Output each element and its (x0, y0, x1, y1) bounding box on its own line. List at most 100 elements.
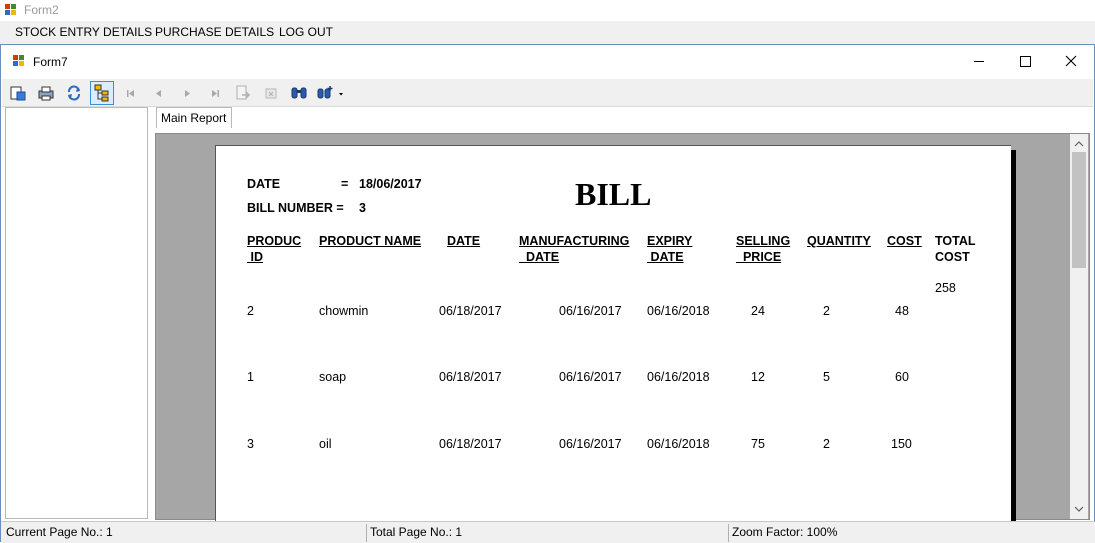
cell-cost: 150 (891, 437, 912, 451)
cell-quantity: 5 (823, 370, 830, 384)
close-button[interactable] (1048, 45, 1094, 77)
binoculars-icon (291, 87, 307, 99)
header-manufacturing-date: MANUFACTURING _DATE (519, 233, 629, 265)
maximize-icon (1020, 56, 1031, 67)
report-page: DATE = 18/06/2017 BILL NUMBER = 3 BILL P… (215, 145, 1011, 522)
last-page-icon (212, 90, 219, 97)
zoom-dropdown-button[interactable] (315, 83, 345, 103)
report-toolbar (2, 79, 1093, 107)
group-tree-button[interactable] (90, 81, 114, 105)
export-button[interactable] (8, 83, 28, 103)
status-divider (728, 524, 729, 542)
cell-date: 06/18/2017 (439, 304, 502, 318)
maximize-button[interactable] (1002, 45, 1048, 77)
cell-manufacturing-date: 06/16/2017 (559, 437, 622, 451)
header-date: DATE (447, 233, 480, 249)
zoom-icon (317, 86, 343, 99)
previous-page-icon (156, 90, 161, 97)
header-line: ID (250, 250, 263, 264)
header-line: MANUFACTURING (519, 234, 630, 248)
cell-selling-price: 75 (751, 437, 765, 451)
menu-stock-entry-details[interactable]: STOCK ENTRY DETAILS (15, 25, 152, 39)
find-button[interactable] (289, 83, 309, 103)
cell-date: 06/18/2017 (439, 437, 502, 451)
form-app-icon (5, 4, 17, 16)
outer-window-title: Form2 (24, 3, 59, 17)
group-tree-pane[interactable] (5, 107, 148, 519)
menu-log-out[interactable]: LOG OUT (279, 25, 333, 39)
scrollbar-thumb (1072, 152, 1086, 268)
cell-manufacturing-date: 06/16/2017 (559, 304, 622, 318)
tab-main-report[interactable]: Main Report (156, 107, 232, 128)
minimize-icon (974, 61, 984, 62)
close-icon (1065, 55, 1077, 67)
stop-icon (265, 88, 277, 99)
group-tree-icon (94, 84, 109, 102)
next-page-icon (185, 90, 190, 97)
bill-number-label: BILL NUMBER = (247, 201, 344, 215)
header-line: SELLING (736, 234, 791, 248)
cell-quantity: 2 (823, 437, 830, 451)
cell-manufacturing-date: 06/16/2017 (559, 370, 622, 384)
cell-date: 06/18/2017 (439, 370, 502, 384)
export-icon (10, 86, 26, 101)
cell-product-name: oil (319, 437, 332, 451)
inner-window-title: Form7 (33, 55, 68, 69)
header-line: _PRICE (736, 250, 782, 264)
cell-product-id: 3 (247, 437, 254, 451)
header-line: COST (887, 234, 922, 248)
current-page-status: Current Page No.: 1 (6, 525, 113, 539)
header-line: TOTAL (935, 234, 976, 248)
header-line: COST (935, 250, 970, 264)
scroll-down-icon (1074, 506, 1084, 512)
cell-expiry-date: 06/16/2018 (647, 370, 710, 384)
minimize-button[interactable] (956, 45, 1002, 77)
cell-cost: 48 (895, 304, 909, 318)
bill-number-value: 3 (359, 201, 366, 215)
print-button[interactable] (36, 83, 56, 103)
refresh-button[interactable] (64, 83, 84, 103)
date-value: 18/06/2017 (359, 177, 422, 191)
previous-page-button[interactable] (149, 83, 169, 103)
next-page-button[interactable] (177, 83, 197, 103)
status-bar: Current Page No.: 1 Total Page No.: 1 Zo… (1, 521, 1095, 543)
header-line: DATE (447, 234, 481, 248)
cell-expiry-date: 06/16/2018 (647, 437, 710, 451)
total-page-status: Total Page No.: 1 (370, 525, 463, 539)
scroll-up-icon (1074, 141, 1084, 147)
header-line: PRODUCT NAME (319, 234, 422, 248)
stop-button[interactable] (261, 83, 281, 103)
cell-selling-price: 24 (751, 304, 765, 318)
bill-title: BILL (575, 176, 652, 212)
vertical-scrollbar[interactable] (1070, 134, 1088, 519)
cell-selling-price: 12 (751, 370, 765, 384)
cell-quantity: 2 (823, 304, 830, 318)
cell-cost: 60 (895, 370, 909, 384)
inner-window: Form7 Main Report DATE = 18/06/2017 BILL… (0, 44, 1095, 543)
menu-purchase-details[interactable]: PURCHASE DETAILS (155, 25, 274, 39)
total-cost-value: 258 (935, 281, 956, 295)
header-line: DATE (650, 250, 684, 264)
outer-titlebar: Form2 (0, 0, 1095, 21)
header-total-cost: TOTAL COST (935, 233, 976, 265)
last-page-button[interactable] (205, 83, 225, 103)
first-page-button[interactable] (121, 83, 141, 103)
scrollbar-graphics (1072, 141, 1086, 512)
header-line: PRODUC (247, 234, 302, 248)
status-divider (366, 524, 367, 542)
goto-page-icon (236, 85, 251, 100)
cell-product-id: 2 (247, 304, 254, 318)
menu-bar: STOCK ENTRY DETAILS PURCHASE DETAILS LOG… (0, 21, 1095, 44)
first-page-icon (127, 90, 134, 97)
header-quantity: QUANTITY (807, 233, 871, 249)
printer-icon (38, 86, 54, 101)
header-expiry-date: EXPIRY DATE (647, 233, 692, 265)
date-equals: = (341, 177, 349, 191)
goto-page-button[interactable] (233, 83, 253, 103)
cell-product-id: 1 (247, 370, 254, 384)
cell-product-name: chowmin (319, 304, 369, 318)
header-product-id: PRODUC ID (247, 233, 301, 265)
cell-expiry-date: 06/16/2018 (647, 304, 710, 318)
header-product-name: PRODUCT NAME (319, 233, 421, 249)
header-line: _DATE (519, 250, 560, 264)
